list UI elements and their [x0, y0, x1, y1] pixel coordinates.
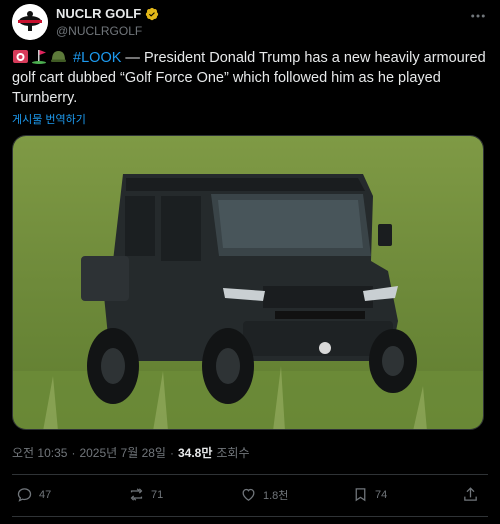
- meta-separator: ·: [169, 446, 174, 460]
- nuclr-golf-logo-icon: [12, 4, 48, 40]
- repost-count: 71: [151, 488, 164, 501]
- meta-separator: ·: [71, 446, 76, 460]
- bookmark-button[interactable]: 74: [352, 486, 387, 503]
- tweet-media-image[interactable]: [12, 135, 484, 430]
- armoured-golf-cart-photo-icon: [13, 136, 483, 429]
- bookmark-icon: [355, 488, 366, 502]
- hashtag-link[interactable]: #LOOK: [73, 50, 121, 66]
- divider: [12, 516, 488, 517]
- handle[interactable]: @NUCLRGOLF: [56, 24, 142, 38]
- verified-badge-icon[interactable]: [145, 7, 159, 21]
- share-icon: [464, 487, 477, 501]
- tweet-time[interactable]: 오전 10:35: [12, 444, 67, 461]
- tweet-timestamp-row: 오전 10:35 · 2025년 7월 28일 · 34.8만 조회수: [12, 444, 250, 461]
- like-count: 1.8천: [263, 489, 289, 502]
- tweet-actions-bar: 47 71 1.8천 74: [12, 480, 488, 512]
- like-button[interactable]: 1.8천: [240, 486, 288, 503]
- bookmark-count: 74: [375, 488, 388, 501]
- views-label: 조회수: [216, 446, 250, 460]
- tweet-date[interactable]: 2025년 7월 28일: [79, 444, 166, 461]
- share-button[interactable]: [462, 486, 479, 503]
- tweet-header: NUCLR GOLF @NUCLRGOLF: [12, 4, 488, 40]
- repost-icon: [130, 488, 143, 501]
- golf-flag-emoji-icon: [31, 49, 48, 64]
- views-count[interactable]: 34.8만: [178, 444, 212, 461]
- divider: [12, 474, 488, 475]
- repost-button[interactable]: 71: [128, 486, 163, 503]
- reply-icon: [17, 488, 32, 502]
- siren-emoji-icon: [12, 49, 29, 64]
- avatar[interactable]: [12, 4, 48, 40]
- reply-count: 47: [39, 488, 52, 501]
- heart-icon: [242, 488, 255, 501]
- tweet-text: #LOOK — President Donald Trump has a new…: [12, 48, 488, 108]
- military-helmet-emoji-icon: [50, 49, 67, 64]
- display-name[interactable]: NUCLR GOLF: [56, 6, 141, 21]
- more-options-icon[interactable]: [468, 6, 488, 26]
- reply-button[interactable]: 47: [16, 486, 51, 503]
- translate-post-link[interactable]: 게시물 번역하기: [12, 111, 86, 127]
